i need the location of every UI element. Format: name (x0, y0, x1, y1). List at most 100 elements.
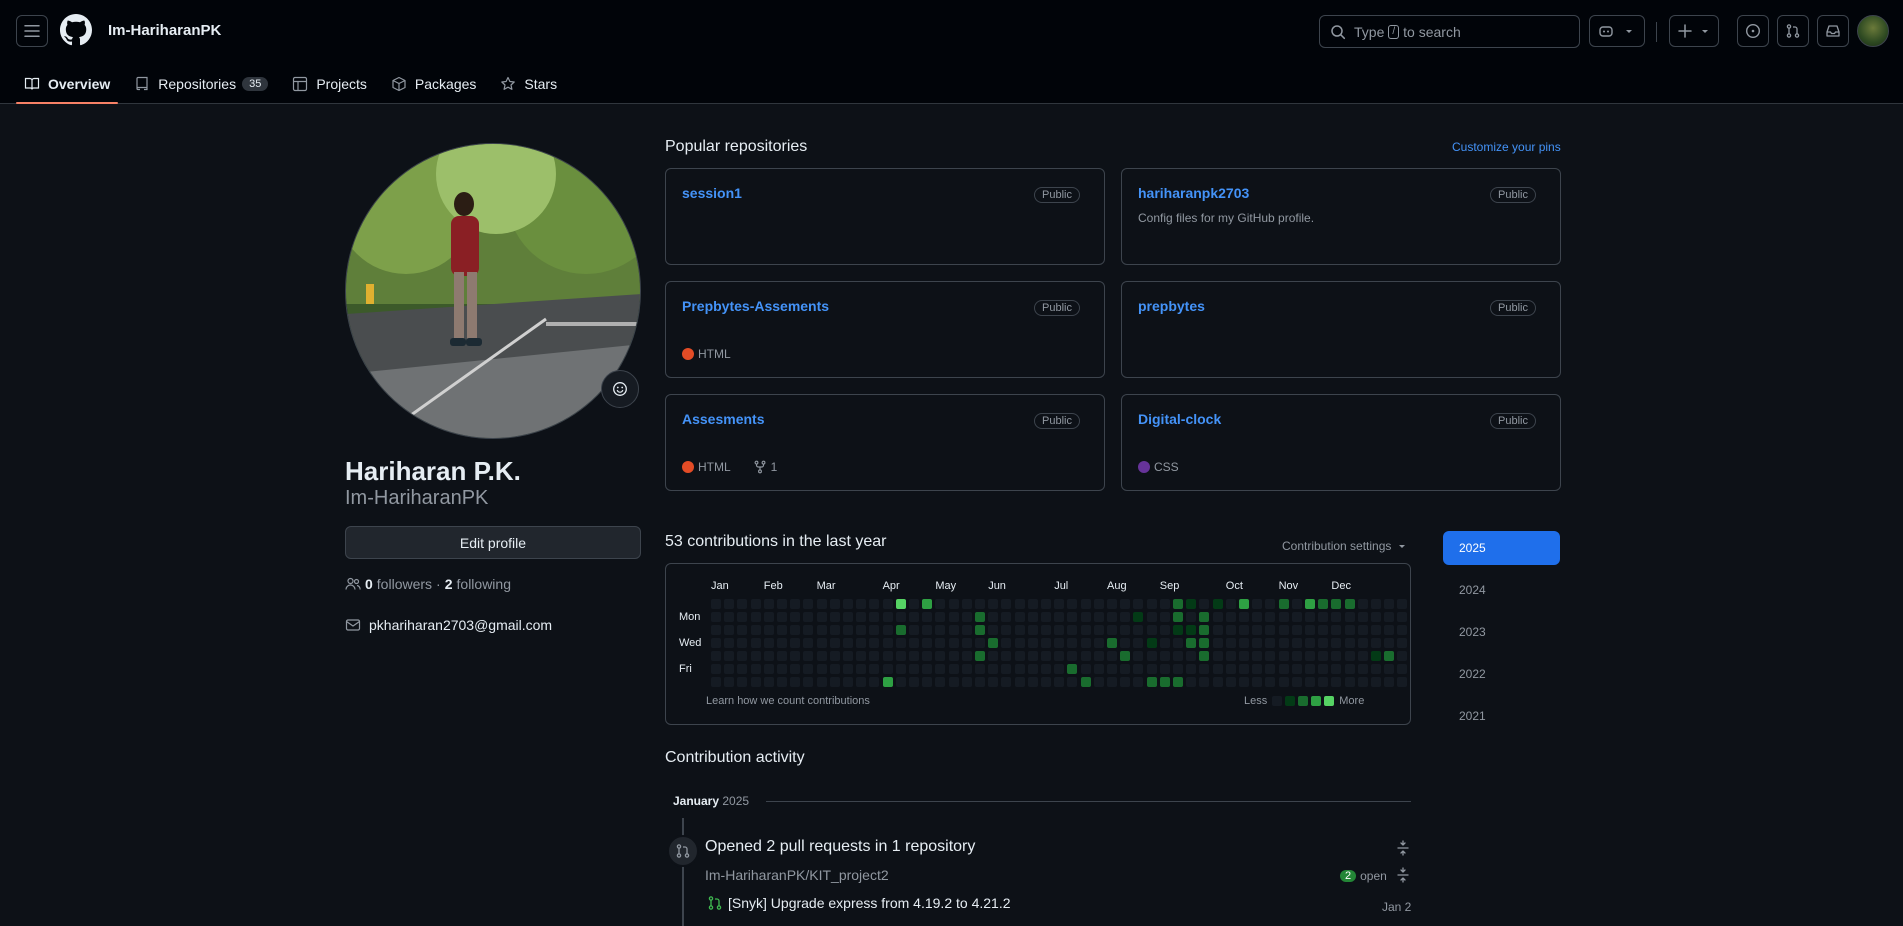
contribution-cell[interactable] (1186, 599, 1197, 609)
contribution-cell[interactable] (1212, 651, 1223, 661)
contribution-cell[interactable] (1278, 638, 1289, 648)
contribution-cell[interactable] (1133, 677, 1144, 687)
contribution-cell[interactable] (829, 677, 840, 687)
contribution-cell[interactable] (1331, 612, 1342, 622)
contribution-cell[interactable] (1120, 638, 1131, 648)
contribution-cell[interactable] (1265, 638, 1276, 648)
contribution-cell[interactable] (1186, 625, 1197, 635)
contribution-cell[interactable] (1384, 612, 1395, 622)
contribution-cell[interactable] (777, 664, 787, 674)
contribution-cell[interactable] (856, 612, 867, 622)
contribution-cell[interactable] (895, 638, 906, 648)
contribution-cell[interactable] (737, 677, 748, 687)
contribution-cell[interactable] (1305, 651, 1315, 661)
contribution-cell[interactable] (1318, 638, 1329, 648)
contribution-cell[interactable] (1278, 651, 1289, 661)
contribution-cell[interactable] (882, 664, 893, 674)
contribution-cell[interactable] (1107, 677, 1117, 687)
contribution-cell[interactable] (1265, 612, 1276, 622)
contribution-cell[interactable] (1331, 664, 1342, 674)
contribution-cell[interactable] (1014, 599, 1025, 609)
contribution-cell[interactable] (882, 625, 893, 635)
contribution-cell[interactable] (1212, 664, 1223, 674)
contribution-cell[interactable] (1093, 664, 1104, 674)
copilot-button[interactable] (1589, 15, 1645, 47)
contribution-cell[interactable] (1027, 664, 1038, 674)
contribution-cell[interactable] (922, 664, 933, 674)
contribution-cell[interactable] (1397, 664, 1408, 674)
contribution-cell[interactable] (1146, 664, 1157, 674)
contribution-cell[interactable] (816, 677, 827, 687)
contribution-cell[interactable] (1173, 625, 1183, 635)
contribution-cell[interactable] (1291, 625, 1302, 635)
contribution-cell[interactable] (1239, 638, 1249, 648)
repo-name-link[interactable]: Assesments (682, 411, 765, 427)
contribution-cell[interactable] (711, 599, 721, 609)
contribution-cell[interactable] (1093, 638, 1104, 648)
contribution-cell[interactable] (909, 625, 919, 635)
contribution-cell[interactable] (1371, 625, 1381, 635)
contribution-cell[interactable] (803, 625, 814, 635)
pull-requests-button[interactable] (1777, 15, 1809, 47)
edit-profile-button[interactable]: Edit profile (345, 526, 641, 559)
contribution-cell[interactable] (711, 625, 721, 635)
contribution-cell[interactable] (909, 612, 919, 622)
contribution-cell[interactable] (777, 599, 787, 609)
contribution-cell[interactable] (1027, 599, 1038, 609)
contribution-cell[interactable] (737, 625, 748, 635)
contribution-cell[interactable] (1001, 651, 1012, 661)
contribution-cell[interactable] (1225, 625, 1236, 635)
contribution-cell[interactable] (869, 651, 880, 661)
contribution-cell[interactable] (1371, 677, 1381, 687)
contribution-cell[interactable] (763, 625, 774, 635)
contribution-cell[interactable] (1265, 651, 1276, 661)
contribution-cell[interactable] (882, 677, 893, 687)
contribution-cell[interactable] (1080, 612, 1091, 622)
contribution-cell[interactable] (1384, 625, 1395, 635)
contribution-cell[interactable] (1027, 677, 1038, 687)
contribution-cell[interactable] (1120, 677, 1131, 687)
contribution-cell[interactable] (1173, 651, 1183, 661)
contribution-cell[interactable] (1305, 599, 1315, 609)
contribution-cell[interactable] (1199, 677, 1210, 687)
contribution-cell[interactable] (1067, 625, 1078, 635)
contribution-cell[interactable] (1080, 677, 1091, 687)
contribution-cell[interactable] (829, 599, 840, 609)
contribution-cell[interactable] (724, 625, 735, 635)
contribution-cell[interactable] (1159, 677, 1170, 687)
contribution-cell[interactable] (988, 664, 999, 674)
contribution-cell[interactable] (777, 677, 787, 687)
contribution-cell[interactable] (1331, 599, 1342, 609)
contribution-cell[interactable] (935, 638, 946, 648)
contribution-cell[interactable] (975, 638, 985, 648)
contribution-cell[interactable] (1067, 664, 1078, 674)
contribution-cell[interactable] (1133, 638, 1144, 648)
contribution-cell[interactable] (790, 677, 801, 687)
contribution-cell[interactable] (816, 625, 827, 635)
contribution-cell[interactable] (856, 651, 867, 661)
contribution-settings-button[interactable]: Contribution settings (1282, 539, 1407, 553)
menu-button[interactable] (16, 15, 48, 47)
contribution-cell[interactable] (1252, 677, 1263, 687)
contribution-cell[interactable] (1199, 599, 1210, 609)
contribution-cell[interactable] (1397, 599, 1408, 609)
contribution-cell[interactable] (750, 599, 761, 609)
contribution-cell[interactable] (1173, 599, 1183, 609)
contribution-cell[interactable] (895, 677, 906, 687)
contribution-cell[interactable] (1067, 677, 1078, 687)
user-avatar[interactable] (1857, 15, 1889, 47)
profile-avatar[interactable] (345, 143, 641, 439)
contribution-cell[interactable] (909, 664, 919, 674)
contribution-cell[interactable] (961, 625, 972, 635)
contribution-cell[interactable] (1093, 677, 1104, 687)
contribution-cell[interactable] (1278, 612, 1289, 622)
contribution-cell[interactable] (1014, 651, 1025, 661)
contribution-cell[interactable] (829, 638, 840, 648)
contribution-cell[interactable] (1027, 625, 1038, 635)
contribution-cell[interactable] (1093, 599, 1104, 609)
contribution-cell[interactable] (1371, 599, 1381, 609)
contribution-cell[interactable] (1146, 677, 1157, 687)
contribution-cell[interactable] (803, 651, 814, 661)
contribution-cell[interactable] (1133, 612, 1144, 622)
contribution-cell[interactable] (790, 638, 801, 648)
